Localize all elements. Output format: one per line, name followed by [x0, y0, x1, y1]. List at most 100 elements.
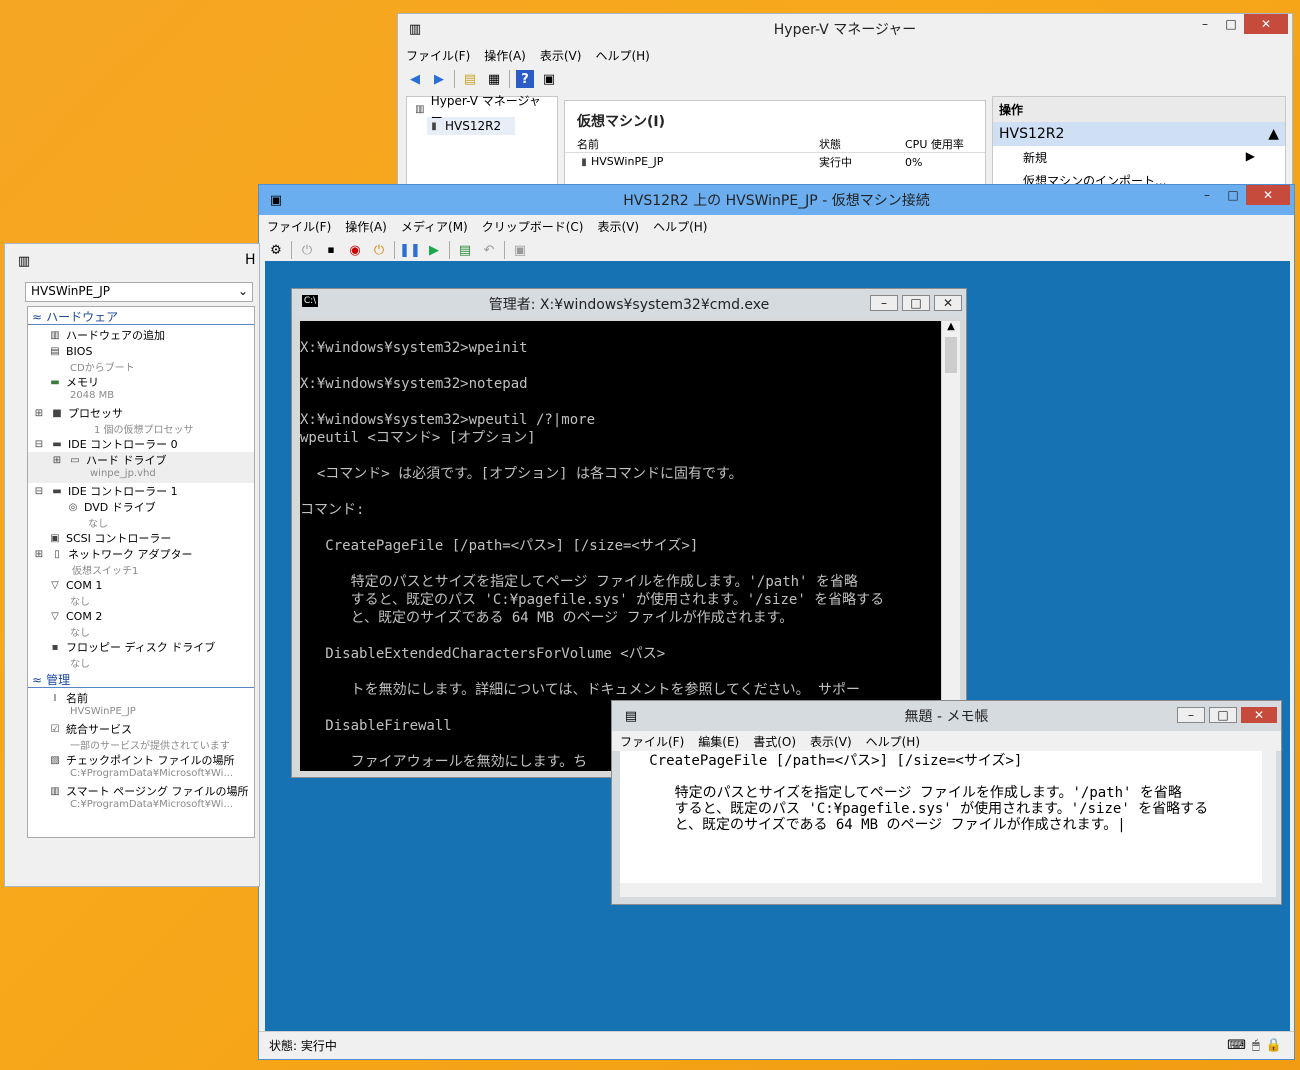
collapse-icon[interactable]: ≈ — [32, 673, 42, 687]
col-state[interactable]: 状態 — [819, 136, 905, 152]
notepad-hscroll[interactable] — [620, 883, 1276, 897]
vm-cpu: 0% — [905, 155, 923, 169]
ctrl-alt-del-icon[interactable]: ⚙ — [267, 241, 285, 259]
mgmt-checkpoint[interactable]: ▧ チェックポイント ファイルの場所 C:¥ProgramData¥Microsof… — [28, 752, 254, 783]
back-icon[interactable]: ◀ — [406, 70, 424, 88]
menu-help[interactable]: ヘルプ(H) — [653, 218, 707, 235]
mgmt-name[interactable]: I 名前 HVSWinPE_JP — [28, 690, 254, 721]
action-new[interactable]: 新規 ▶ — [993, 146, 1285, 169]
server-icon: ▮ — [431, 120, 437, 132]
menu-view[interactable]: 表示(V) — [810, 733, 852, 750]
resume-icon[interactable]: ▶ — [425, 241, 443, 259]
menu-media[interactable]: メディア(M) — [401, 218, 468, 235]
checkpoint-icon[interactable]: ▤ — [456, 241, 474, 259]
submenu-arrow-icon: ▶ — [1245, 149, 1255, 163]
hyperv-toolbar: ◀ ▶ ▤ ▦ ? ▣ — [398, 66, 1292, 92]
processor-icon: ■ — [52, 407, 62, 419]
menu-view[interactable]: 表示(V) — [540, 47, 582, 64]
expand-icon: ⊞ — [34, 407, 44, 419]
menu-action[interactable]: 操作(A) — [484, 47, 526, 64]
maximize-button[interactable]: □ — [1209, 707, 1237, 723]
actions-host[interactable]: HVS12R2 ▲ — [993, 122, 1285, 146]
hyperv-manager-window: ▥ Hyper-V マネージャー – □ ✕ ファイル(F) 操作(A) 表示(… — [397, 13, 1293, 190]
mgmt-integration[interactable]: ☑ 統合サービス 一部のサービスが提供されています — [28, 721, 254, 752]
integration-services-icon: ☑ — [50, 723, 60, 735]
hw-ide-0[interactable]: ⊟ ▬ IDE コントローラー 0 — [28, 436, 254, 452]
col-cpu[interactable]: CPU 使用率 — [905, 136, 964, 152]
col-name[interactable]: 名前 — [577, 136, 819, 152]
menu-edit[interactable]: 編集(E) — [698, 733, 739, 750]
notepad-vscroll[interactable] — [1262, 751, 1276, 883]
action-pane-icon[interactable]: ▣ — [540, 70, 558, 88]
table-row[interactable]: ▮ HVSWinPE_JP 実行中 0% — [565, 153, 985, 171]
hw-com1[interactable]: ▽ COM 1 なし — [28, 577, 254, 609]
hw-scsi[interactable]: ▣ SCSI コントローラー — [28, 530, 254, 546]
close-button[interactable]: ✕ — [1244, 14, 1288, 34]
save-state-icon[interactable]: ⏻ — [370, 241, 388, 259]
maximize-button[interactable]: □ — [1220, 185, 1246, 205]
menu-help[interactable]: ヘルプ(H) — [595, 47, 649, 64]
up-folder-icon[interactable]: ▤ — [461, 70, 479, 88]
maximize-button[interactable]: □ — [1218, 14, 1244, 34]
turn-off-icon[interactable]: ⏹ — [322, 241, 340, 259]
collapse-icon[interactable]: ▲ — [1268, 126, 1279, 142]
expand-icon: ⊞ — [34, 548, 44, 560]
hw-memory[interactable]: ▬ メモリ 2048 MB — [28, 374, 254, 405]
hw-add-hardware[interactable]: ▥ ハードウェアの追加 — [28, 327, 254, 343]
settings-tree: ≈ ハードウェア ▥ ハードウェアの追加 ▤ BIOS CDからブート ▬ メモリ 2048… — [27, 306, 255, 838]
menu-clipboard[interactable]: クリップボード(C) — [482, 218, 584, 235]
mgmt-smart-paging[interactable]: ▥ スマート ページング ファイルの場所 C:¥ProgramData¥Micros… — [28, 783, 254, 814]
close-button[interactable]: ✕ — [1241, 707, 1277, 723]
minimize-button[interactable]: – — [1177, 707, 1205, 723]
hw-ide-1[interactable]: ⊟ ▬ IDE コントローラー 1 — [28, 483, 254, 499]
menu-action[interactable]: 操作(A) — [345, 218, 387, 235]
vm-select[interactable]: HVSWinPE_JP ⌄ — [25, 282, 253, 302]
ide-controller-icon: ▬ — [52, 485, 62, 497]
collapse-icon[interactable]: ≈ — [32, 310, 42, 324]
menu-file[interactable]: ファイル(F) — [406, 47, 470, 64]
hw-bios[interactable]: ▤ BIOS CDからブート — [28, 343, 254, 375]
notepad-window: ▤ 無題 - メモ帳 – □ ✕ ファイル(F) 編集(E) 書式(O) 表示(… — [611, 700, 1282, 905]
menu-format[interactable]: 書式(O) — [753, 733, 796, 750]
chevron-down-icon[interactable]: ⌄ — [238, 284, 248, 298]
shutdown-icon[interactable]: ◉ — [346, 241, 364, 259]
vm-list-columns: 名前 状態 CPU 使用率 — [565, 135, 985, 153]
tree-root[interactable]: ▥ Hyper-V マネージャー — [413, 94, 551, 125]
section-management-label: 管理 — [46, 673, 71, 687]
menu-file[interactable]: ファイル(F) — [620, 733, 684, 750]
vm-list-header: 仮想マシン(I) — [577, 114, 666, 130]
revert-icon[interactable]: ↶ — [480, 241, 498, 259]
hw-com2[interactable]: ▽ COM 2 なし — [28, 608, 254, 640]
minimize-button[interactable]: – — [1192, 14, 1218, 34]
close-button[interactable]: ✕ — [934, 295, 962, 311]
menu-help[interactable]: ヘルプ(H) — [866, 733, 920, 750]
hw-floppy[interactable]: ▪ フロッピー ディスク ドライブ なし — [28, 639, 254, 670]
help-icon[interactable]: ? — [516, 70, 534, 88]
checkpoint-folder-icon: ▧ — [50, 754, 60, 766]
notepad-menubar: ファイル(F) 編集(E) 書式(O) 表示(V) ヘルプ(H) — [612, 731, 1281, 751]
vm-list-panel: 仮想マシン(I) 名前 状態 CPU 使用率 ▮ HVSWinPE_JP 実行中 … — [564, 100, 986, 190]
hw-hard-drive[interactable]: ⊞ ▭ ハード ドライブ winpe_jp.vhd — [28, 452, 254, 483]
show-hide-tree-icon[interactable]: ▦ — [485, 70, 503, 88]
close-button[interactable]: ✕ — [1246, 185, 1290, 205]
enhanced-session-icon[interactable]: ▣ — [511, 241, 529, 259]
section-management[interactable]: ≈ 管理 — [28, 672, 254, 688]
notepad-text-area[interactable]: CreatePageFile [/path=<パス>] [/size=<サイズ>… — [620, 751, 1262, 883]
hw-network[interactable]: ⊞ ▯ ネットワーク アダプター 仮想スイッチ1 — [28, 546, 254, 577]
menu-view[interactable]: 表示(V) — [598, 218, 640, 235]
section-hardware[interactable]: ≈ ハードウェア — [28, 309, 254, 325]
vm-connect-toolbar: ⚙ ⏻ ⏹ ◉ ⏻ ❚❚ ▶ ▤ ↶ ▣ — [259, 237, 1294, 263]
hard-drive-icon: ▭ — [70, 454, 80, 466]
hw-processor[interactable]: ⊞ ■ プロセッサ 1 個の仮想プロセッサ — [28, 405, 254, 436]
forward-icon[interactable]: ▶ — [430, 70, 448, 88]
com-port-icon: ▽ — [51, 610, 59, 622]
maximize-button[interactable]: □ — [902, 295, 930, 311]
start-icon[interactable]: ⏻ — [298, 241, 316, 259]
smart-paging-icon: ▥ — [50, 785, 60, 797]
minimize-button[interactable]: – — [1194, 185, 1220, 205]
minimize-button[interactable]: – — [870, 295, 898, 311]
scsi-icon: ▣ — [50, 532, 60, 544]
menu-file[interactable]: ファイル(F) — [267, 218, 331, 235]
hw-dvd[interactable]: ◎ DVD ドライブ なし — [28, 499, 254, 530]
pause-icon[interactable]: ❚❚ — [399, 241, 421, 259]
